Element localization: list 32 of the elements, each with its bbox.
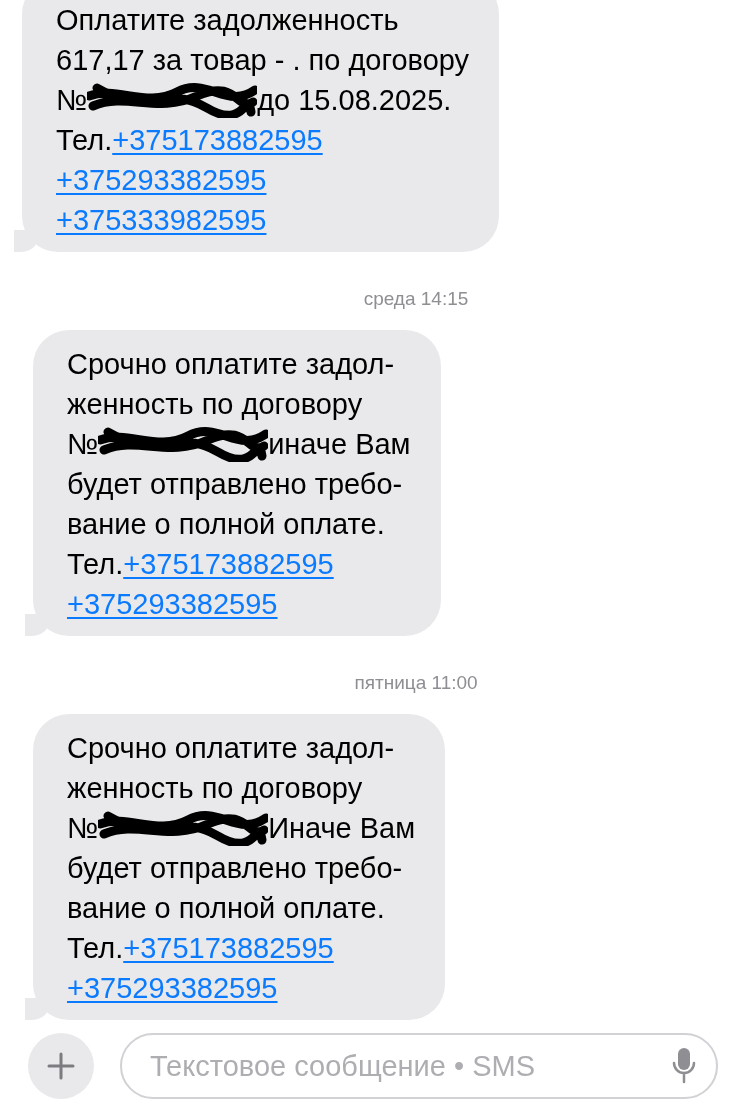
phone-link[interactable]: +375293382595	[56, 160, 267, 200]
message-text: вание о полной оплате.	[67, 507, 385, 542]
message-text: иначе Вам	[268, 427, 411, 462]
message-field[interactable]: Текстовое сообщение • SMS	[120, 1033, 718, 1099]
message-text: Тел.	[67, 931, 124, 966]
message-text: будет отправлено требо-	[67, 851, 403, 886]
message-text: до 15.08.2025.	[257, 83, 452, 118]
message-text: вание о полной оплате.	[67, 891, 385, 926]
message-text: будет отправлено требо-	[67, 467, 403, 502]
message-text: Тел.	[67, 547, 124, 582]
message-text: 617,17 за товар - . по договору	[56, 43, 470, 78]
message-text: Иначе Вам	[268, 811, 416, 846]
phone-link[interactable]: +375173882595	[112, 120, 323, 160]
message-timestamp: пятница 11:00	[353, 672, 478, 694]
message-text: Тел.	[56, 123, 113, 158]
microphone-icon[interactable]	[672, 1047, 696, 1085]
message-text: Оплатите задолженность	[56, 3, 399, 38]
message-text: №	[67, 427, 99, 462]
phone-link[interactable]: +375293382595	[67, 584, 278, 624]
message-text: №	[67, 811, 99, 846]
phone-link[interactable]: +375173882595	[123, 544, 334, 584]
phone-link[interactable]: +375293382595	[67, 968, 278, 1008]
message-text: Срочно оплатите задол-	[67, 347, 395, 382]
message-input-field[interactable]: Текстовое сообщение • SMS	[148, 1048, 672, 1084]
message-timestamp: среда 14:15	[362, 288, 469, 310]
message-text: женность по договору	[67, 387, 363, 422]
message-text: Срочно оплатите задол-	[67, 731, 395, 766]
message-text: №	[56, 83, 88, 118]
message-text: женность по договору	[67, 771, 363, 806]
phone-link[interactable]: +375333982595	[56, 200, 267, 240]
phone-link[interactable]: +375173882595	[123, 928, 334, 968]
plus-icon	[47, 1052, 75, 1080]
